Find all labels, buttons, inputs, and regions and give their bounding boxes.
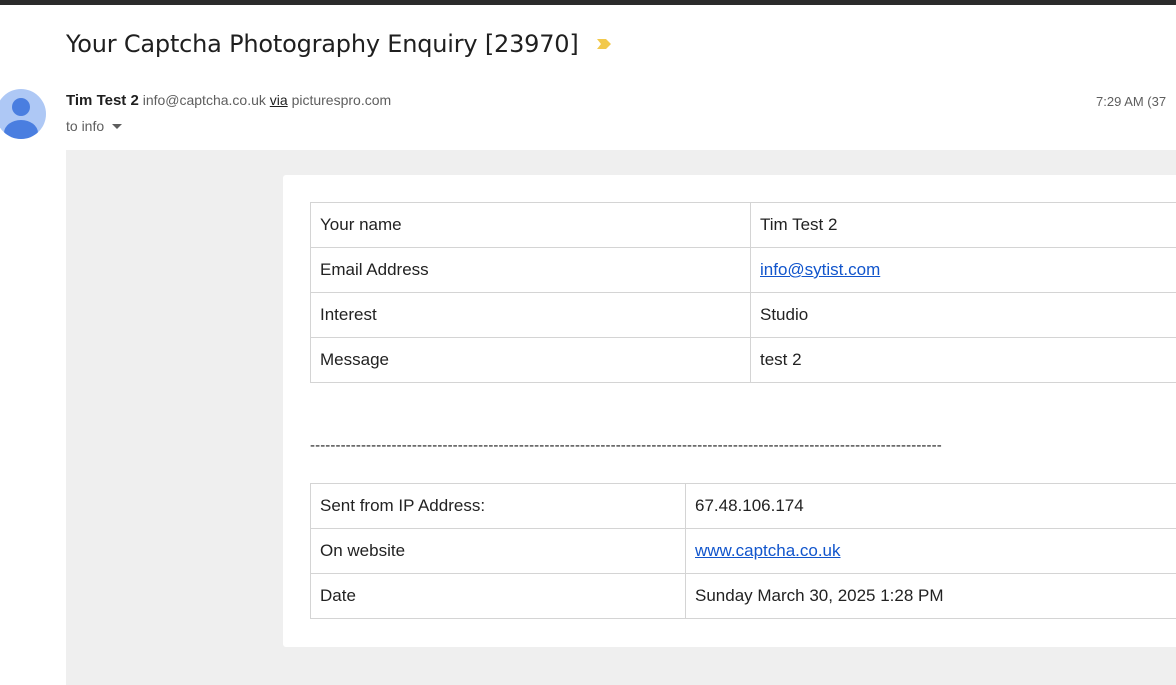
field-label: On website: [310, 528, 686, 574]
sender-address: info@captcha.co.uk: [142, 92, 266, 108]
subject-row: Your Captcha Photography Enquiry [23970]: [66, 30, 613, 58]
table-row: On website www.captcha.co.uk: [310, 528, 1176, 574]
table-row: Date Sunday March 30, 2025 1:28 PM: [310, 573, 1176, 619]
field-value: Tim Test 2: [750, 202, 1176, 248]
separator-line: ----------------------------------------…: [310, 437, 942, 454]
person-avatar-icon[interactable]: [0, 89, 46, 139]
table-row: Sent from IP Address: 67.48.106.174: [310, 483, 1176, 529]
field-label: Sent from IP Address:: [310, 483, 686, 529]
enquiry-table: Your name Tim Test 2 Email Address info@…: [310, 202, 1176, 383]
top-bar: [0, 0, 1176, 5]
email-timestamp: 7:29 AM (37: [1096, 94, 1167, 109]
email-subject: Your Captcha Photography Enquiry [23970]: [66, 30, 579, 58]
sender-line: Tim Test 2 info@captcha.co.uk via pictur…: [66, 92, 391, 109]
sender-name[interactable]: Tim Test 2: [66, 92, 139, 109]
via-domain: picturespro.com: [291, 92, 392, 108]
field-value: Studio: [750, 292, 1176, 338]
chevron-down-icon[interactable]: [112, 123, 123, 129]
website-link[interactable]: www.captcha.co.uk: [695, 541, 841, 560]
field-label: Your name: [310, 202, 751, 248]
meta-table: Sent from IP Address: 67.48.106.174 On w…: [310, 483, 1176, 619]
email-link[interactable]: info@sytist.com: [760, 260, 880, 279]
table-row: Interest Studio: [310, 292, 1176, 338]
field-label: Date: [310, 573, 686, 619]
recipient-details-toggle[interactable]: to info: [66, 118, 123, 134]
table-row: Message test 2: [310, 337, 1176, 383]
table-row: Your name Tim Test 2: [310, 202, 1176, 248]
table-row: Email Address info@sytist.com: [310, 247, 1176, 293]
field-value: Sunday March 30, 2025 1:28 PM: [685, 573, 1176, 619]
field-label: Message: [310, 337, 751, 383]
field-value: www.captcha.co.uk: [685, 528, 1176, 574]
field-value: info@sytist.com: [750, 247, 1176, 293]
via-link[interactable]: via: [270, 92, 288, 108]
field-label: Interest: [310, 292, 751, 338]
recipient-label: to info: [66, 118, 105, 134]
important-marker-icon[interactable]: [595, 35, 613, 53]
field-value: 67.48.106.174: [685, 483, 1176, 529]
field-label: Email Address: [310, 247, 751, 293]
field-value: test 2: [750, 337, 1176, 383]
